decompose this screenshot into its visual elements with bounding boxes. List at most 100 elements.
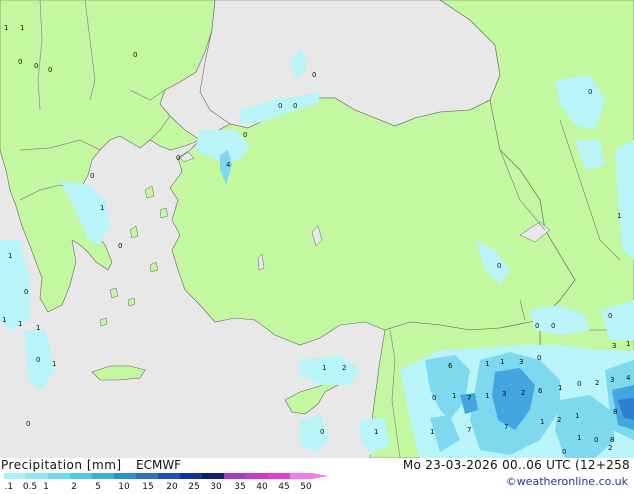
legend-swatch [26, 473, 48, 479]
precipitation-map: 1100000000401001011110000000613011713261… [0, 0, 634, 458]
legend-label: 20 [166, 482, 178, 490]
map-value: 0 [133, 51, 137, 59]
map-canvas: 1 10 0 0000 0040100101 1 110000 0006 1 3 011 7 1 3 2 6 1… [0, 0, 634, 458]
map-value: 8 [613, 408, 617, 416]
map-value: 1 [452, 392, 456, 400]
map-value: 2 [595, 379, 599, 387]
map-value: 0 [48, 66, 52, 74]
map-value: 3 [612, 342, 616, 350]
credit-link[interactable]: ©weatheronline.co.uk [506, 475, 628, 488]
map-value: 0 [278, 102, 282, 110]
map-value: 1 [18, 320, 22, 328]
map-value: 6 [538, 387, 543, 395]
map-value: 0 [90, 172, 94, 180]
legend-label: 25 [188, 482, 199, 490]
legend-swatch [70, 473, 92, 479]
legend-swatch [180, 473, 202, 479]
map-value: 3 [519, 358, 523, 366]
map-value: 0 [293, 102, 297, 110]
legend-swatch [290, 473, 312, 479]
map-value: 1 [374, 428, 378, 436]
legend-label: 50 [300, 482, 312, 490]
legend-svg: 0.10.5125101520253035404550 [0, 473, 328, 492]
legend-label: 15 [142, 482, 153, 490]
map-value: 6 [448, 362, 453, 370]
map-value: 0 [36, 356, 40, 364]
map-value: 1 [577, 434, 581, 442]
map-value: 1 [626, 340, 630, 348]
legend-label: 2 [71, 482, 77, 490]
legend-label: 35 [234, 482, 245, 490]
map-value: 0 [588, 88, 592, 96]
legend-swatch [92, 473, 114, 479]
map-value: 1 [2, 316, 6, 324]
map-value: 0 [18, 58, 22, 66]
map-value: 0 [537, 354, 541, 362]
map-value: 2 [342, 364, 346, 372]
legend-swatch [246, 473, 268, 479]
legend-label: 0.5 [23, 482, 37, 490]
legend-swatch [202, 473, 224, 479]
map-value: 3 [610, 376, 614, 384]
legend-label: 45 [278, 482, 289, 490]
map-value: 7 [504, 423, 508, 431]
map-value: 1 [558, 384, 562, 392]
map-value: 0 [535, 322, 539, 330]
map-value: 1 [36, 324, 40, 332]
legend-label: 5 [95, 482, 101, 490]
map-value: 1 [100, 204, 104, 212]
legend-swatch [158, 473, 180, 479]
map-value: 0 [26, 420, 30, 428]
model-name: ECMWF [136, 458, 182, 472]
map-value: 4 [226, 161, 231, 169]
legend-swatch [114, 473, 136, 479]
map-value: 0 [577, 380, 581, 388]
map-value: 1 [4, 24, 8, 32]
legend-swatch [4, 473, 26, 479]
map-value: 1 [575, 412, 579, 420]
map-value: 1 [20, 24, 24, 32]
map-value: 7 [467, 426, 471, 434]
map-value: 1 [485, 392, 489, 400]
legend-swatch [224, 473, 246, 479]
map-value: 1 [322, 364, 326, 372]
legend-swatch [48, 473, 70, 479]
map-value: 2 [557, 416, 561, 424]
map-value: 1 [52, 360, 56, 368]
map-value: 0 [34, 62, 38, 70]
map-value: 1 [617, 212, 621, 220]
map-title: Precipitation [mm] [1, 458, 122, 472]
map-value: 7 [467, 394, 471, 402]
map-value: 0 [243, 131, 247, 139]
map-value: 0 [118, 242, 122, 250]
map-value: 1 [500, 358, 504, 366]
map-value: 0 [176, 154, 180, 162]
map-value: 1 [540, 418, 544, 426]
legend-label: 40 [256, 482, 268, 490]
map-value: 3 [502, 390, 506, 398]
legend-label: 0.1 [4, 482, 13, 490]
map-value: 2 [608, 444, 612, 452]
legend-label: 10 [118, 482, 130, 490]
map-value: 0 [312, 71, 316, 79]
valid-time: Mo 23-03-2026 00..06 UTC (12+258 [402, 458, 630, 472]
map-value: 0 [497, 262, 501, 270]
map-value: 8 [610, 436, 614, 444]
map-value: 0 [608, 312, 612, 320]
map-value: 0 [551, 322, 555, 330]
map-value: 2 [521, 389, 525, 397]
map-value: 4 [626, 374, 631, 382]
map-value: 1 [8, 252, 12, 260]
legend-swatch [136, 473, 158, 479]
map-value: 0 [24, 288, 28, 296]
legend-label: 30 [210, 482, 222, 490]
map-value: 0 [432, 394, 436, 402]
legend-arrow [312, 473, 328, 479]
map-value: 0 [562, 448, 566, 456]
map-value: 1 [485, 360, 489, 368]
map-value: 1 [430, 428, 434, 436]
legend-label: 1 [43, 482, 49, 490]
precip-legend: 0.10.5125101520253035404550 [0, 473, 334, 492]
map-value: 0 [594, 436, 598, 444]
footer: Precipitation [mm] ECMWF Mo 23-03-2026 0… [0, 458, 634, 492]
